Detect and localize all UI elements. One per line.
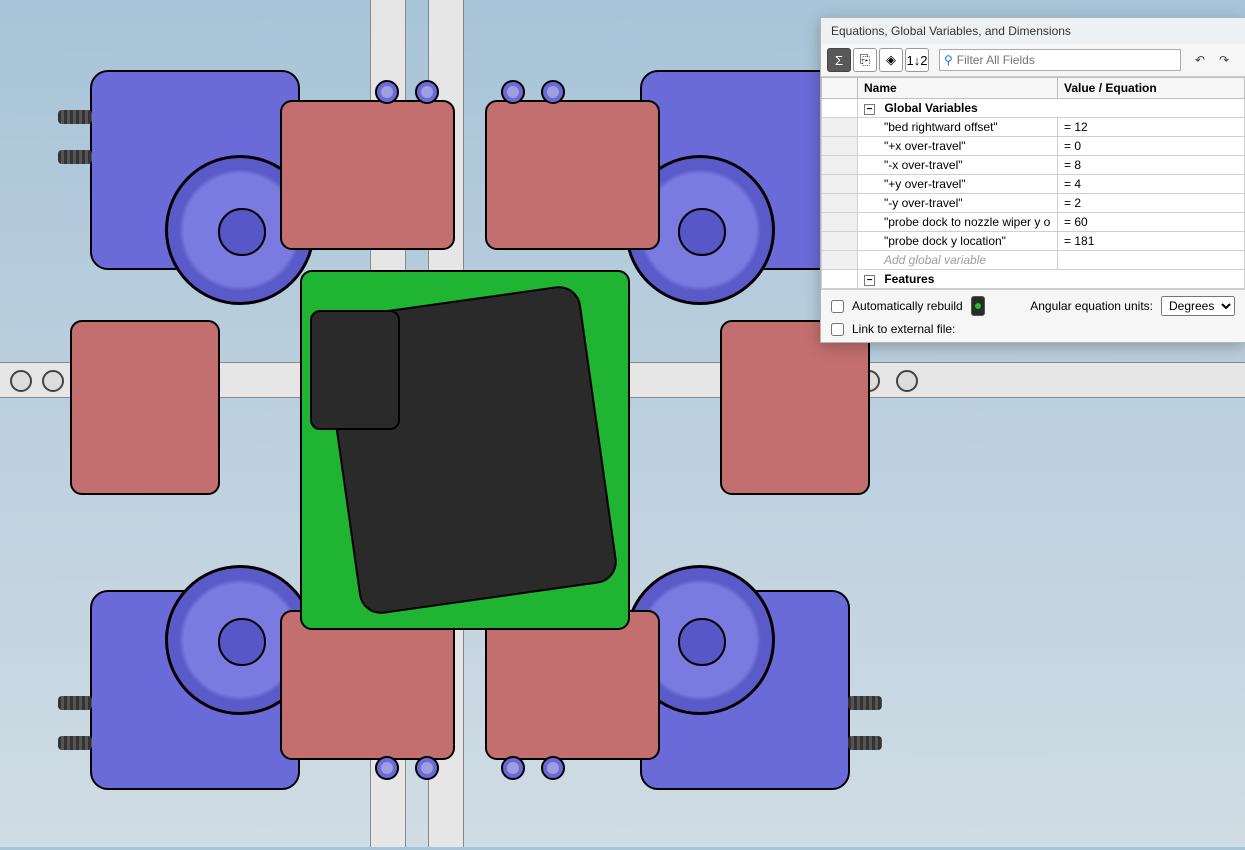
dialog-footer: Automatically rebuild Angular equation u… [821, 289, 1245, 342]
col-name[interactable]: Name [858, 78, 1058, 99]
filter-icon: ⚲ [944, 53, 953, 67]
equations-table: Name Value / Equation − Global Variables… [821, 77, 1245, 289]
var-name-cell[interactable]: "probe dock to nozzle wiper y o [858, 213, 1058, 232]
angular-units-select[interactable]: Degrees [1161, 296, 1235, 316]
var-name-cell[interactable]: "+y over-travel" [858, 175, 1058, 194]
add-variable-row[interactable]: Add global variable [858, 251, 1058, 270]
dialog-title: Equations, Global Variables, and Dimensi… [821, 18, 1245, 44]
var-value-cell[interactable]: = 0 [1058, 137, 1245, 156]
auto-rebuild-checkbox[interactable] [831, 300, 844, 313]
var-name-cell[interactable]: "bed rightward offset" [858, 118, 1058, 137]
angular-units-label: Angular equation units: [1030, 299, 1153, 313]
sigma-button[interactable]: Σ [827, 48, 851, 72]
var-name-cell[interactable]: "-y over-travel" [858, 194, 1058, 213]
group-features[interactable]: − Features [858, 270, 1245, 289]
link-external-label: Link to external file: [852, 322, 955, 336]
filter-field[interactable]: ⚲ [939, 49, 1181, 71]
redo-button[interactable]: ↷ [1215, 51, 1233, 69]
var-name-cell[interactable]: "+x over-travel" [858, 137, 1058, 156]
var-name-cell[interactable]: "-x over-travel" [858, 156, 1058, 175]
auto-rebuild-label: Automatically rebuild [852, 299, 963, 313]
dimensions-button[interactable]: ◈ [879, 48, 903, 72]
var-value-cell[interactable]: = 181 [1058, 232, 1245, 251]
var-value-cell[interactable]: = 60 [1058, 213, 1245, 232]
undo-button[interactable]: ↶ [1191, 51, 1209, 69]
group-global-variables[interactable]: − Global Variables [858, 99, 1245, 118]
var-value-cell[interactable]: = 2 [1058, 194, 1245, 213]
row-header-spacer [822, 78, 858, 99]
col-value[interactable]: Value / Equation [1058, 78, 1245, 99]
var-name-cell[interactable]: "probe dock y location" [858, 232, 1058, 251]
rebuild-status-icon [971, 296, 985, 316]
link-external-checkbox[interactable] [831, 323, 844, 336]
collapse-icon[interactable]: − [864, 275, 875, 286]
var-value-cell[interactable]: = 4 [1058, 175, 1245, 194]
assembly-frame [70, 70, 870, 850]
dialog-toolbar: Σ ⎘ ◈ 1↓2 ⚲ ↶ ↷ [821, 44, 1245, 77]
link-button[interactable]: ⎘ [853, 48, 877, 72]
var-value-cell[interactable]: = 12 [1058, 118, 1245, 137]
collapse-icon[interactable]: − [864, 104, 875, 115]
filter-input[interactable] [957, 53, 1176, 67]
equations-dialog: Equations, Global Variables, and Dimensi… [820, 17, 1245, 343]
sort-button[interactable]: 1↓2 [905, 48, 929, 72]
var-value-cell[interactable]: = 8 [1058, 156, 1245, 175]
